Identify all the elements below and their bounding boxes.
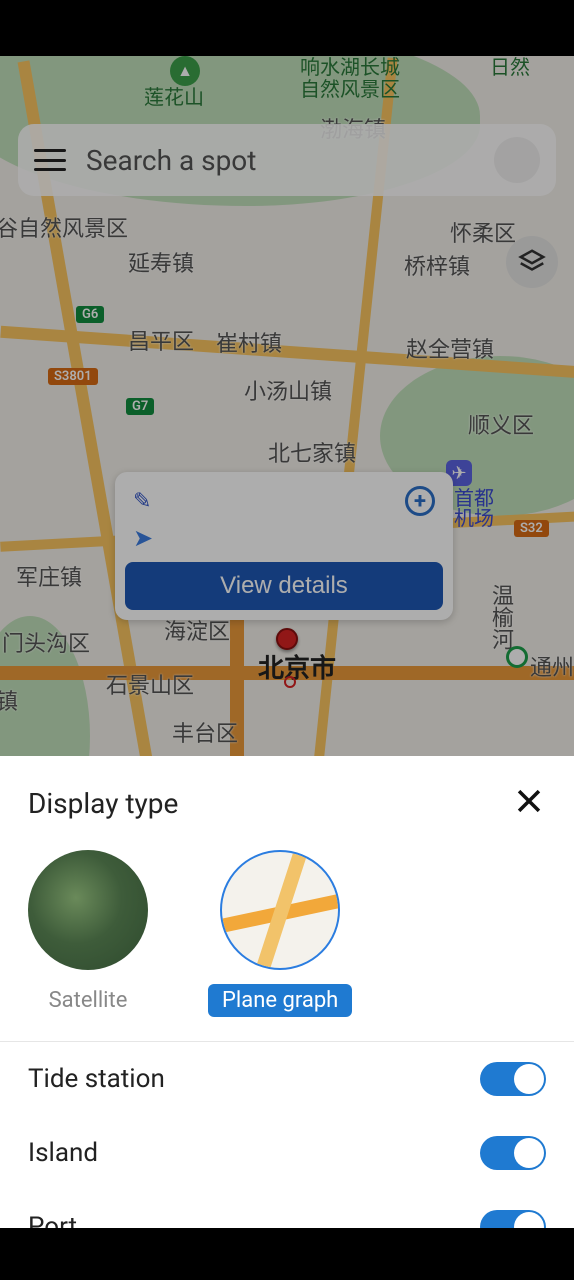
toggle-label: Tide station bbox=[28, 1064, 165, 1094]
toggle-tide-station: Tide station bbox=[0, 1042, 574, 1116]
status-bar bbox=[0, 0, 574, 56]
plane-label: Plane graph bbox=[208, 984, 352, 1017]
satellite-thumb bbox=[28, 850, 148, 970]
close-icon[interactable] bbox=[512, 784, 546, 822]
nav-bar bbox=[0, 1228, 574, 1280]
display-type-satellite[interactable]: Satellite bbox=[28, 850, 148, 1017]
sheet-title: Display type bbox=[28, 787, 178, 820]
island-switch[interactable] bbox=[480, 1136, 546, 1170]
tide-switch[interactable] bbox=[480, 1062, 546, 1096]
toggle-label: Island bbox=[28, 1138, 98, 1168]
app-area: ▲ 莲花山 响水湖长城 自然风景区 日然 渤海镇 谷自然风景区 延寿镇 桥梓镇 … bbox=[0, 56, 574, 1280]
plane-thumb bbox=[220, 850, 340, 970]
display-type-sheet: Display type Satellite Plane graph Tide … bbox=[0, 756, 574, 1280]
display-type-plane[interactable]: Plane graph bbox=[208, 850, 352, 1017]
satellite-label: Satellite bbox=[35, 984, 142, 1017]
toggle-island: Island bbox=[0, 1116, 574, 1190]
